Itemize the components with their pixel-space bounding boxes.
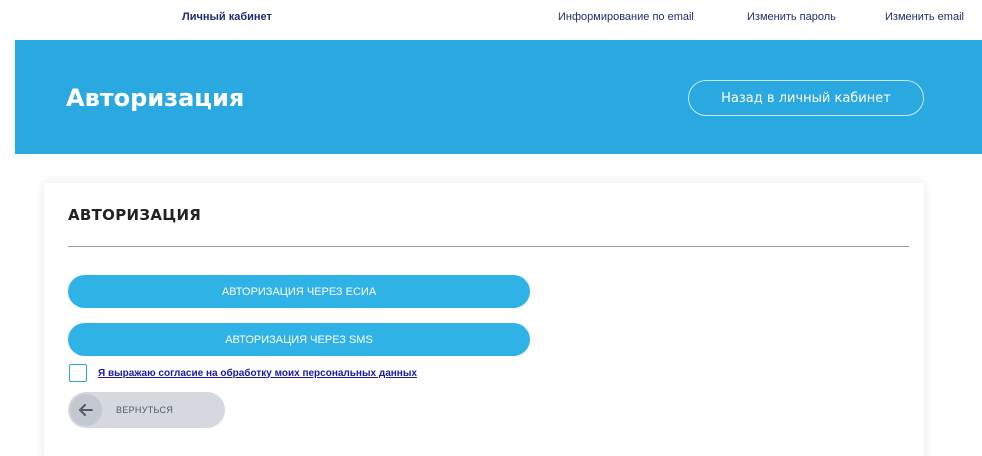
nav-link-cabinet[interactable]: Личный кабинет <box>182 11 272 23</box>
return-button-label: ВЕРНУТЬСЯ <box>116 405 174 415</box>
return-button[interactable]: ВЕРНУТЬСЯ <box>68 392 225 428</box>
nav-link-change-email[interactable]: Изменить email <box>885 11 964 23</box>
page-banner: Авторизация Назад в личный кабинет <box>15 40 982 154</box>
sms-login-button[interactable]: АВТОРИЗАЦИЯ ЧЕРЕЗ SMS <box>68 323 530 356</box>
authorization-card: АВТОРИЗАЦИЯ АВТОРИЗАЦИЯ ЧЕРЕЗ ЕСИА АВТОР… <box>44 183 924 456</box>
consent-checkbox[interactable] <box>69 364 87 382</box>
divider <box>68 246 909 247</box>
card-title: АВТОРИЗАЦИЯ <box>68 206 202 224</box>
arrow-left-icon <box>70 394 102 426</box>
nav-link-change-password[interactable]: Изменить пароль <box>747 11 836 23</box>
nav-link-email-info[interactable]: Информирование по email <box>558 11 694 23</box>
page-title: Авторизация <box>66 84 245 112</box>
page: Личный кабинет Информирование по email И… <box>0 0 982 456</box>
consent-link[interactable]: Я выражаю согласие на обработку моих пер… <box>98 368 417 379</box>
esia-login-button[interactable]: АВТОРИЗАЦИЯ ЧЕРЕЗ ЕСИА <box>68 275 530 308</box>
consent-row: Я выражаю согласие на обработку моих пер… <box>69 363 417 383</box>
back-to-cabinet-button[interactable]: Назад в личный кабинет <box>688 80 924 116</box>
top-navigation: Личный кабинет Информирование по email И… <box>0 0 982 40</box>
